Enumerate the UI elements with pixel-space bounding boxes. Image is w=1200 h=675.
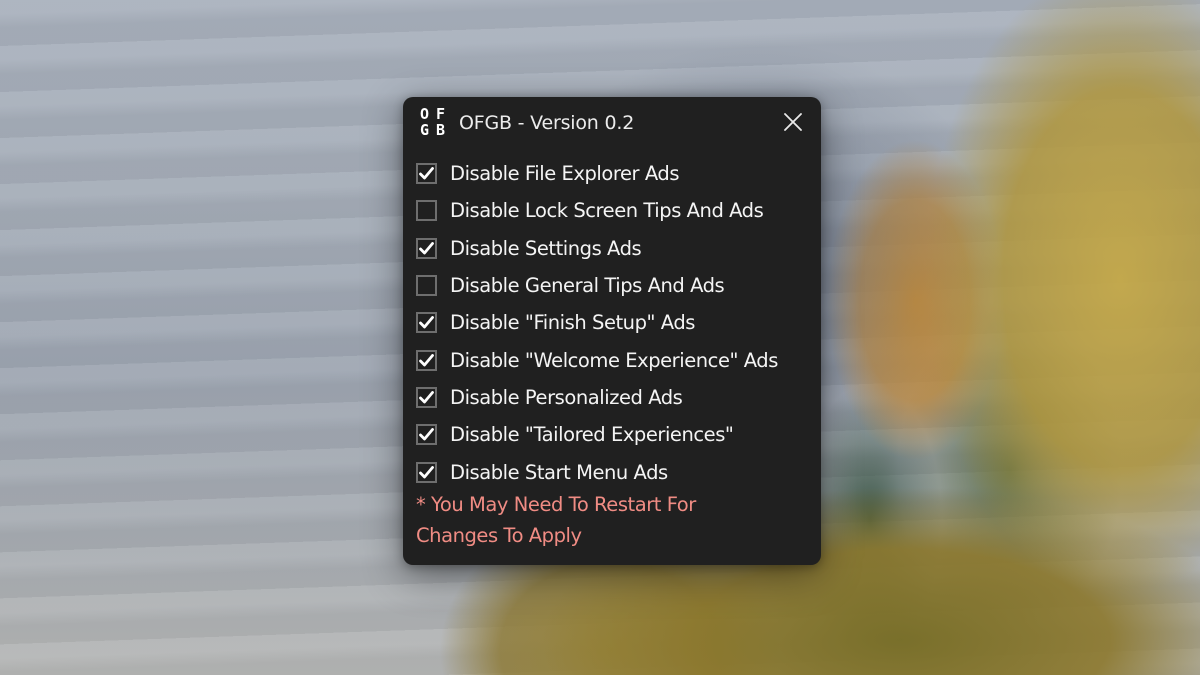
window-title: OFGB - Version 0.2 — [459, 112, 635, 134]
checkbox[interactable] — [416, 200, 437, 222]
checkbox[interactable] — [416, 386, 437, 408]
option-tailored-experiences[interactable]: Disable "Tailored Experiences" — [416, 416, 811, 453]
option-start-menu-ads[interactable]: Disable Start Menu Ads — [416, 453, 811, 490]
option-label: Disable "Finish Setup" Ads — [450, 311, 695, 335]
option-label: Disable "Tailored Experiences" — [450, 423, 734, 447]
option-general-tips-ads[interactable]: Disable General Tips And Ads — [416, 267, 811, 304]
restart-notice-line: * You May Need To Restart For — [416, 493, 696, 516]
checkmark-icon — [419, 353, 434, 367]
option-label: Disable Personalized Ads — [450, 385, 683, 409]
option-label: Disable Start Menu Ads — [450, 460, 668, 484]
logo-letter: F — [435, 105, 446, 123]
logo-letter: G — [419, 121, 430, 139]
checkbox[interactable] — [416, 163, 437, 185]
ofgb-logo-icon: O F G B — [417, 107, 449, 139]
option-lock-screen-tips-ads[interactable]: Disable Lock Screen Tips And Ads — [416, 192, 811, 229]
options-list: Disable File Explorer Ads Disable Lock S… — [416, 155, 811, 491]
checkmark-icon — [419, 241, 434, 255]
checkbox[interactable] — [416, 424, 437, 446]
checkbox[interactable] — [416, 237, 437, 259]
restart-notice: * You May Need To Restart For Changes To… — [416, 489, 796, 551]
checkbox[interactable] — [416, 275, 437, 297]
ofgb-window: O F G B OFGB - Version 0.2 Disable File … — [403, 97, 821, 565]
option-label: Disable "Welcome Experience" Ads — [450, 348, 778, 372]
checkmark-icon — [419, 316, 434, 329]
option-welcome-experience-ads[interactable]: Disable "Welcome Experience" Ads — [416, 341, 811, 378]
checkbox[interactable] — [416, 349, 437, 371]
option-finish-setup-ads[interactable]: Disable "Finish Setup" Ads — [416, 304, 811, 341]
close-button[interactable] — [775, 106, 811, 138]
logo-letter: B — [435, 121, 446, 139]
option-label: Disable General Tips And Ads — [450, 274, 725, 298]
option-label: Disable File Explorer Ads — [450, 162, 680, 186]
logo-letter: O — [419, 105, 430, 123]
checkmark-icon — [419, 428, 434, 441]
checkmark-icon — [419, 391, 434, 404]
title-bar[interactable]: O F G B OFGB - Version 0.2 — [403, 97, 821, 149]
option-label: Disable Lock Screen Tips And Ads — [450, 199, 764, 223]
checkbox[interactable] — [416, 461, 437, 483]
checkmark-icon — [419, 167, 434, 180]
restart-notice-line: Changes To Apply — [416, 524, 582, 547]
option-settings-ads[interactable]: Disable Settings Ads — [416, 230, 811, 267]
checkmark-icon — [419, 465, 434, 478]
close-x-icon — [784, 113, 802, 131]
option-personalized-ads[interactable]: Disable Personalized Ads — [416, 379, 811, 416]
option-file-explorer-ads[interactable]: Disable File Explorer Ads — [416, 155, 811, 192]
checkbox[interactable] — [416, 312, 437, 334]
option-label: Disable Settings Ads — [450, 236, 642, 260]
